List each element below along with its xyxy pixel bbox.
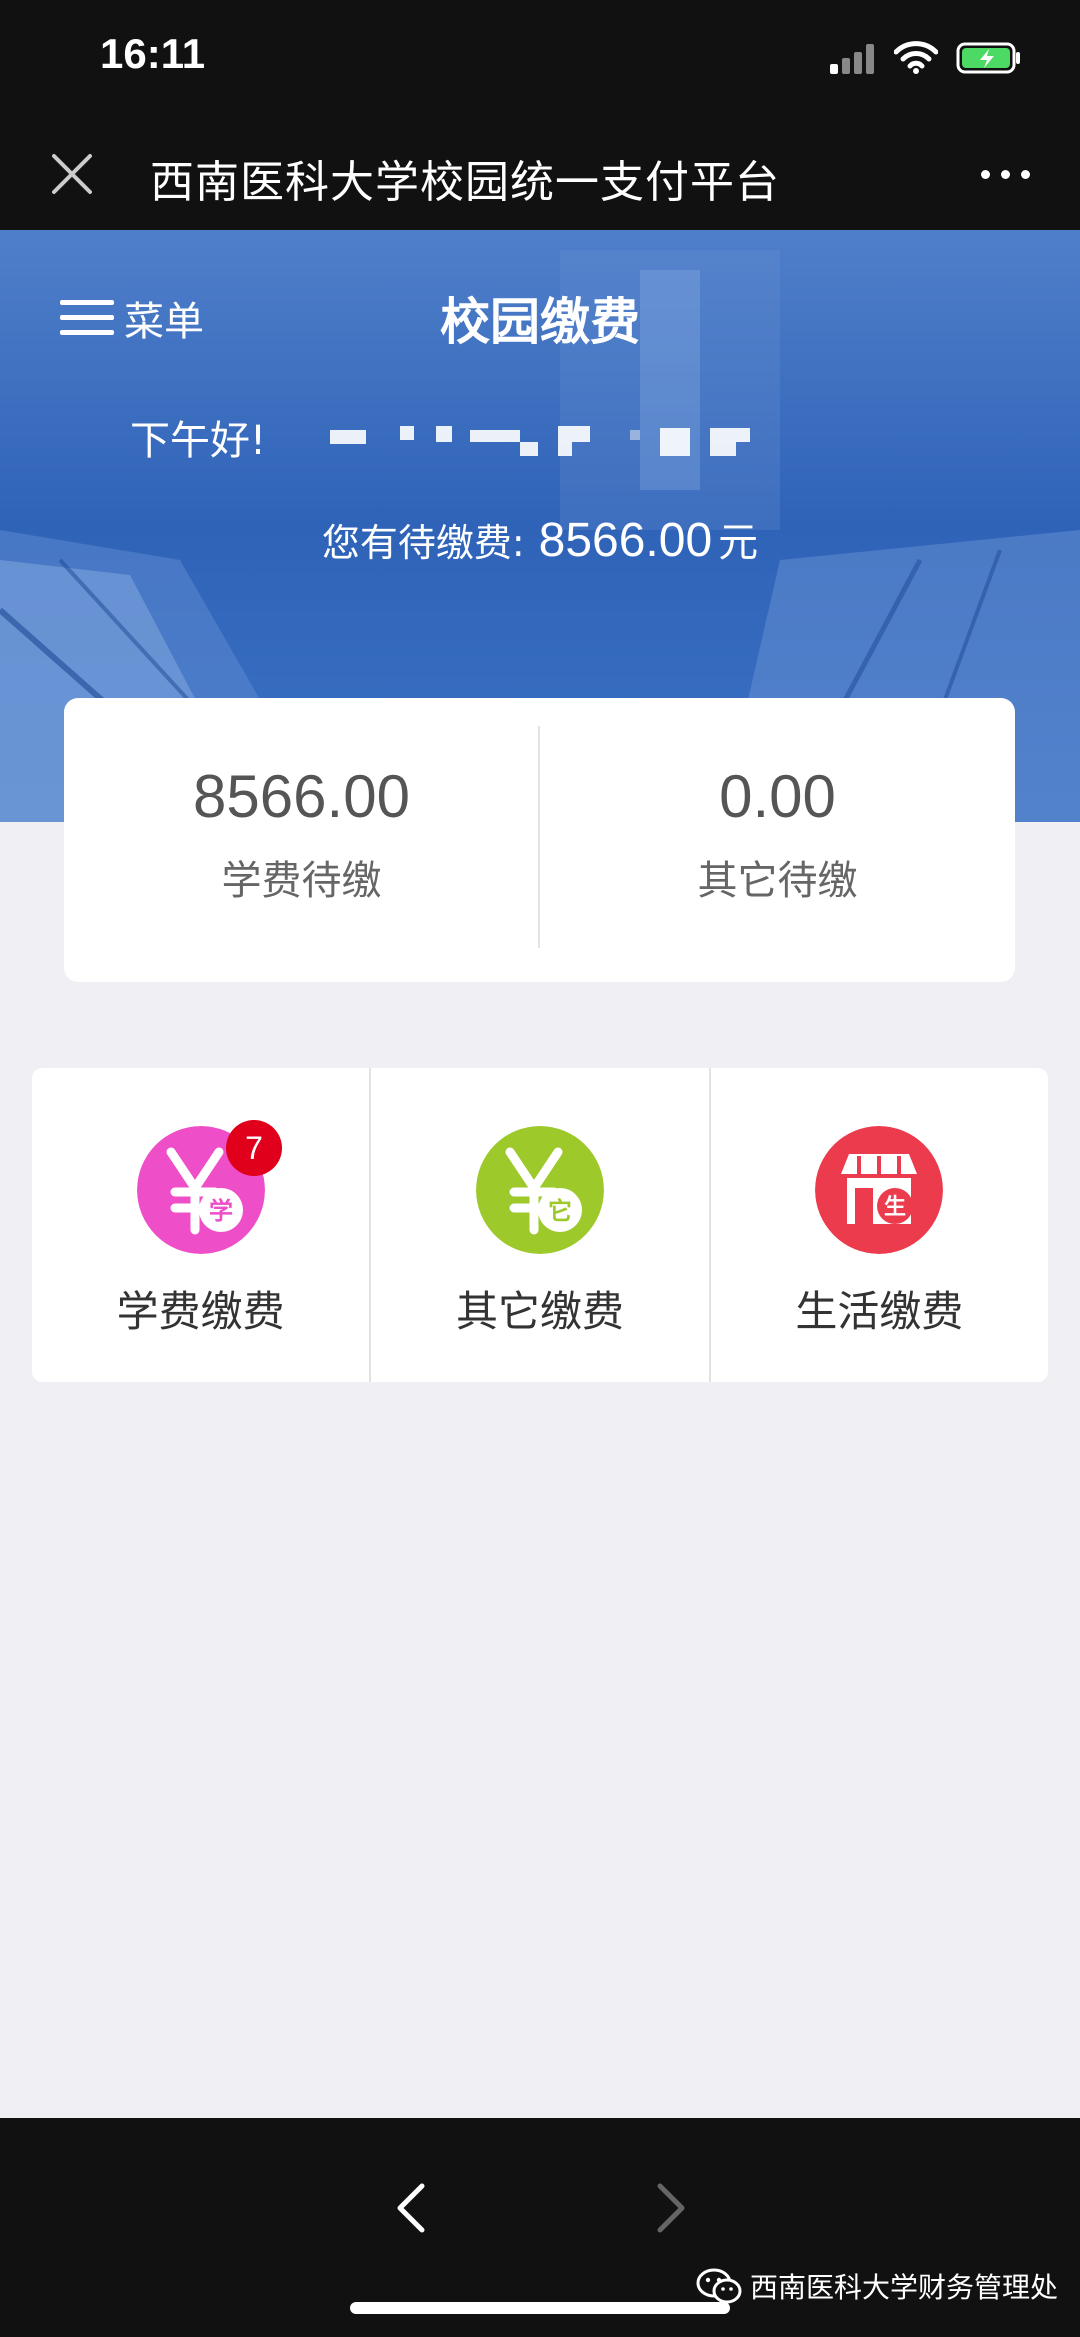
- pending-unit: 元: [718, 520, 759, 566]
- banner-title: 校园缴费: [440, 293, 640, 351]
- wechat-icon: [696, 2268, 742, 2304]
- tuition-pending-label: 学费待缴: [221, 858, 382, 904]
- wifi-icon: [894, 41, 938, 74]
- battery-charging-icon: [956, 42, 1020, 74]
- other-payment-label: 其它缴费: [455, 1287, 624, 1336]
- home-indicator[interactable]: [350, 2302, 730, 2314]
- status-time: 16:11: [100, 30, 206, 77]
- other-yuan-icon: 它: [475, 1126, 604, 1254]
- shop-icon: 生: [815, 1126, 944, 1254]
- living-payment-button[interactable]: 生 生活缴费: [708, 1068, 1048, 1382]
- svg-text:生: 生: [884, 1195, 906, 1220]
- tuition-pending-value: 8566.00: [193, 763, 410, 830]
- close-icon[interactable]: [46, 148, 98, 200]
- other-payment-button[interactable]: 它 其它缴费: [369, 1068, 708, 1382]
- greeting: 下午好!: [130, 418, 267, 464]
- pending-amount: 8566.00: [538, 514, 713, 567]
- signal-icon: [830, 44, 876, 74]
- masked-username: [320, 412, 780, 462]
- page-title: 西南医科大学校园统一支付平台: [150, 157, 780, 206]
- tuition-payment-button[interactable]: 学 7 学费缴费: [32, 1068, 369, 1382]
- forward-arrow-icon[interactable]: [650, 2178, 694, 2238]
- watermark-text: 西南医科大学财务管理处: [750, 2271, 1059, 2304]
- notification-badge: 7: [226, 1120, 282, 1176]
- svg-text:学: 学: [209, 1197, 233, 1225]
- tuition-pending[interactable]: 8566.00 学费待缴: [64, 698, 539, 982]
- pending-label: 您有待缴费:: [321, 521, 525, 565]
- more-options-button[interactable]: [976, 158, 1036, 188]
- status-bar: 16:11: [0, 0, 1080, 118]
- nav-bar: 西南医科大学校园统一支付平台: [0, 118, 1080, 230]
- back-arrow-icon[interactable]: [388, 2178, 432, 2238]
- pending-summary: 您有待缴费: 8566.00 元: [0, 510, 1080, 568]
- tuition-payment-label: 学费缴费: [116, 1287, 285, 1336]
- living-payment-label: 生活缴费: [795, 1287, 964, 1336]
- summary-card: 8566.00 学费待缴 0.00 其它待缴: [64, 698, 1015, 982]
- other-pending-label: 其它待缴: [697, 858, 858, 904]
- svg-text:它: 它: [548, 1197, 572, 1225]
- other-pending[interactable]: 0.00 其它待缴: [540, 698, 1015, 982]
- payment-grid: 学 7 学费缴费 它 其它缴费 生 生活缴费: [32, 1068, 1048, 1382]
- other-pending-value: 0.00: [719, 763, 836, 830]
- watermark: 西南医科大学财务管理处: [696, 2266, 1058, 2306]
